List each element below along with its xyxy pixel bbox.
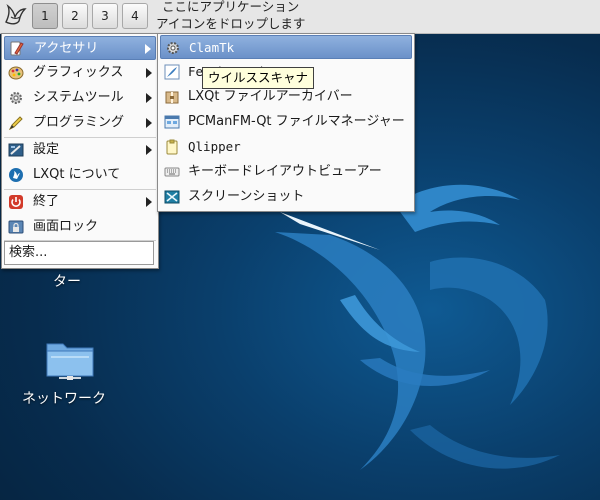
submenu-item-label: PCManFM-Qt ファイルマネージャー bbox=[188, 114, 405, 129]
lxqt-about-icon bbox=[9, 168, 23, 182]
main-menu-button[interactable] bbox=[2, 3, 28, 29]
menu-item-lock-screen[interactable]: 画面ロック bbox=[4, 215, 156, 239]
quicklaunch-hint-line1: ここにアプリケーション bbox=[162, 0, 300, 14]
submenu-arrow-icon bbox=[146, 145, 152, 155]
desktop-switch-4[interactable]: 4 bbox=[122, 3, 148, 29]
network-label: ネットワーク bbox=[22, 391, 106, 407]
menu-item-graphics[interactable]: グラフィックス bbox=[4, 61, 156, 85]
menu-item-label: アクセサリ bbox=[34, 41, 99, 56]
lock-screen-icon bbox=[8, 220, 24, 234]
main-menu: アクセサリ グラフィックス システムツール プログラミング 設定 LXQt につ… bbox=[1, 33, 159, 269]
desktop-switch-3[interactable]: 3 bbox=[92, 3, 118, 29]
menu-item-label: 設定 bbox=[33, 142, 60, 157]
menu-item-system-tools[interactable]: システムツール bbox=[4, 86, 156, 110]
submenu-item-keyboard-viewer[interactable]: キーボードレイアウトビューアー bbox=[160, 160, 412, 184]
submenu-item-label: スクリーンショット bbox=[188, 189, 305, 204]
programming-icon bbox=[8, 116, 23, 131]
submenu-arrow-icon bbox=[146, 68, 152, 78]
keyboard-icon bbox=[164, 167, 180, 177]
network-desktop-icon[interactable]: ネットワーク bbox=[20, 338, 120, 412]
quicklaunch-drop-hint: ここにアプリケーション アイコンをドロップします bbox=[156, 0, 305, 32]
clipboard-icon bbox=[166, 139, 178, 155]
accessories-icon bbox=[10, 41, 24, 56]
submenu-item-screenshot[interactable]: スクリーンショット bbox=[160, 185, 412, 209]
desktop-partial-label: ター bbox=[53, 274, 81, 290]
quicklaunch-hint-line2: アイコンをドロップします bbox=[156, 16, 306, 31]
submenu-arrow-icon bbox=[145, 44, 151, 54]
graphics-icon bbox=[8, 66, 24, 80]
submenu-arrow-icon bbox=[146, 93, 152, 103]
top-panel: 1 2 3 4 ここにアプリケーション アイコンをドロップします bbox=[0, 0, 600, 34]
desktop-switch-1[interactable]: 1 bbox=[32, 3, 58, 29]
menu-item-leave[interactable]: 終了 bbox=[4, 190, 156, 214]
menu-item-label: グラフィックス bbox=[33, 65, 124, 80]
tooltip: ウイルススキャナ bbox=[202, 67, 315, 89]
accessories-submenu: ClamTk Featherpad LXQt ファイルアーカイバー PCManF… bbox=[157, 33, 415, 212]
submenu-arrow-icon bbox=[146, 118, 152, 128]
network-folder-icon bbox=[46, 343, 94, 380]
submenu-item-label: Qlipper bbox=[188, 139, 241, 154]
archiver-icon bbox=[165, 91, 179, 104]
menu-item-settings[interactable]: 設定 bbox=[4, 138, 156, 162]
submenu-item-qlipper[interactable]: Qlipper bbox=[160, 135, 412, 159]
menu-search-input[interactable]: 検索... bbox=[4, 241, 154, 265]
menu-item-label: 終了 bbox=[33, 194, 60, 209]
system-tools-icon bbox=[10, 92, 22, 104]
menu-item-label: LXQt について bbox=[33, 167, 121, 182]
submenu-arrow-icon bbox=[146, 197, 152, 207]
submenu-item-clamtk[interactable]: ClamTk bbox=[160, 35, 412, 59]
menu-item-label: 画面ロック bbox=[33, 219, 99, 234]
menu-item-label: システムツール bbox=[33, 90, 124, 105]
clamtk-icon bbox=[167, 42, 179, 54]
menu-item-about-lxqt[interactable]: LXQt について bbox=[4, 163, 156, 187]
screenshot-icon bbox=[164, 190, 180, 204]
submenu-item-label: ClamTk bbox=[189, 40, 235, 55]
featherpad-icon bbox=[164, 64, 180, 80]
settings-icon bbox=[8, 143, 24, 157]
submenu-item-label: LXQt ファイルアーカイバー bbox=[188, 89, 353, 104]
menu-item-programming[interactable]: プログラミング bbox=[4, 111, 156, 135]
menu-item-label: プログラミング bbox=[33, 115, 125, 130]
submenu-item-pcmanfm[interactable]: PCManFM-Qt ファイルマネージャー bbox=[160, 110, 412, 134]
power-icon bbox=[9, 195, 23, 209]
desktop-switch-2[interactable]: 2 bbox=[62, 3, 88, 29]
menu-item-accessories[interactable]: アクセサリ bbox=[4, 36, 156, 60]
file-manager-icon bbox=[164, 115, 180, 129]
submenu-item-label: キーボードレイアウトビューアー bbox=[188, 164, 382, 179]
